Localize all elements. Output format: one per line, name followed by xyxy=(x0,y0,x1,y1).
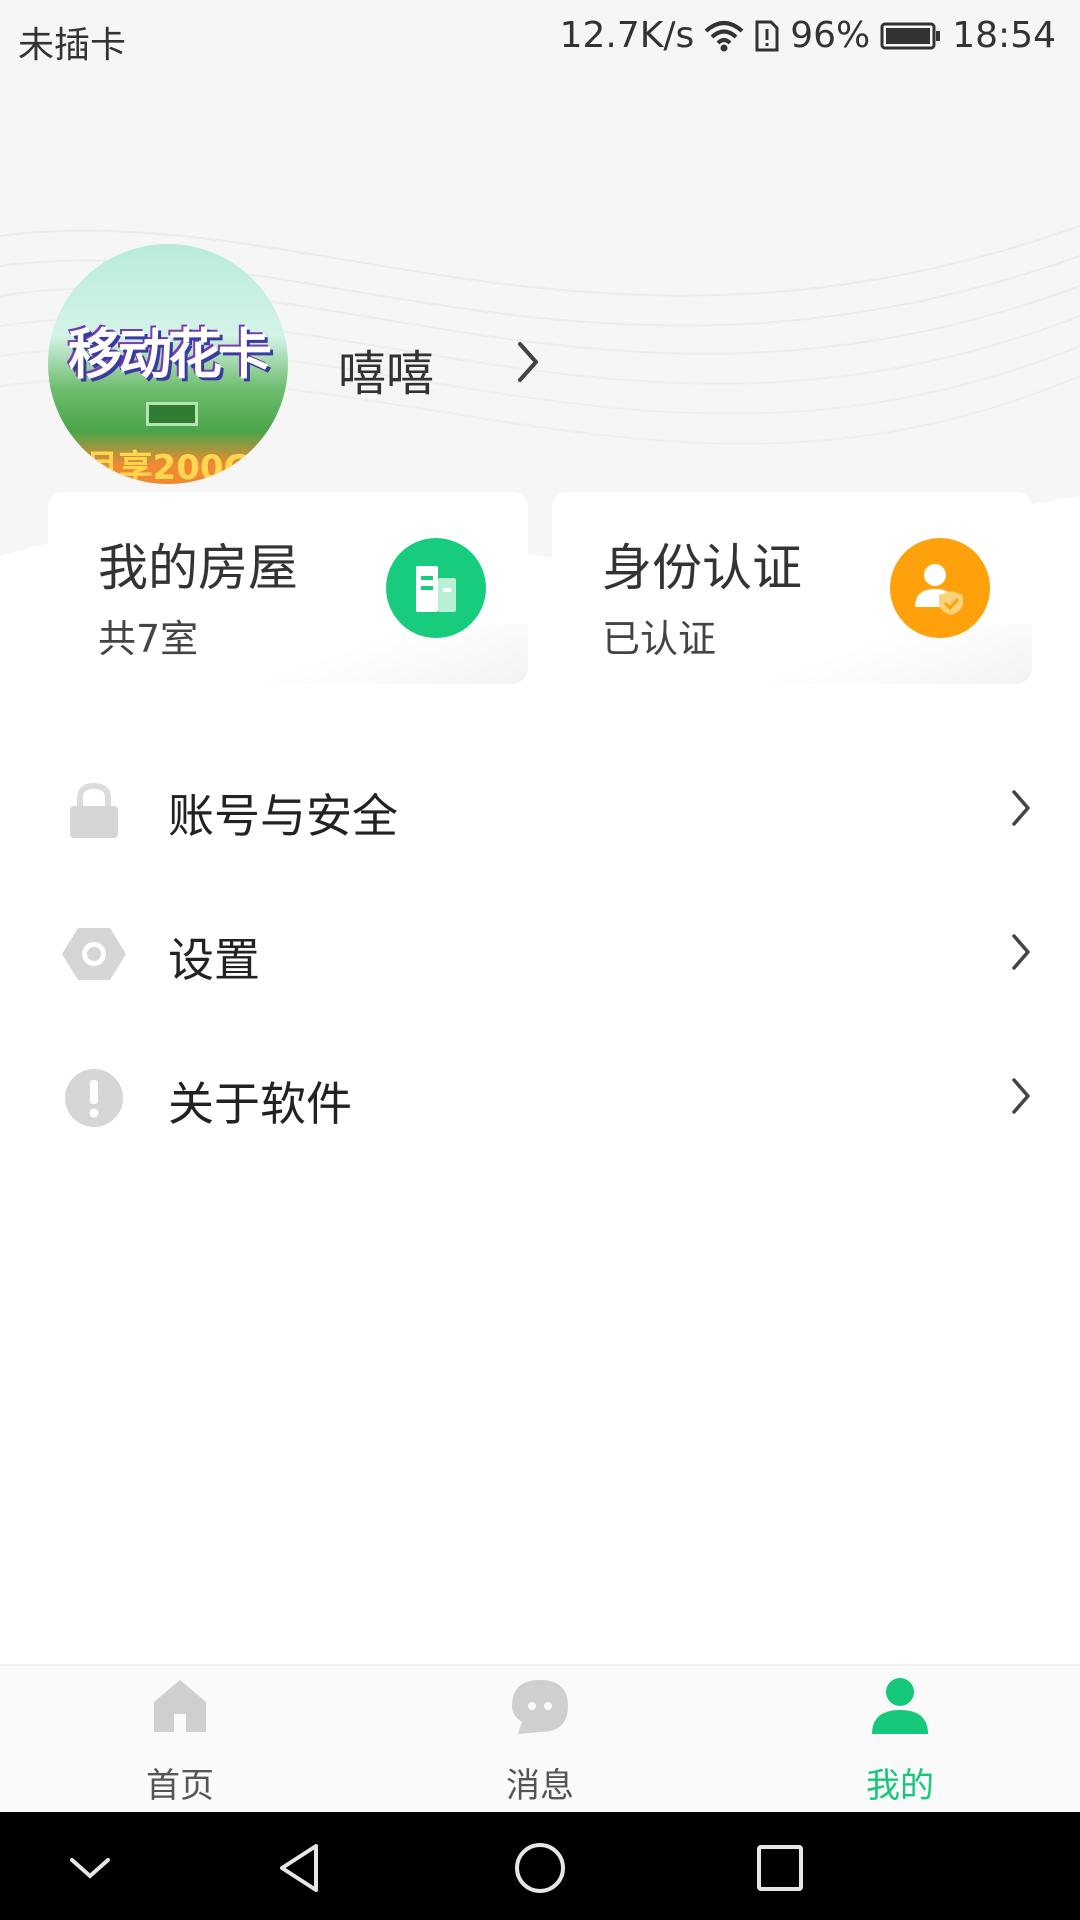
building-icon xyxy=(386,538,486,638)
bottom-tab-bar: 首页 消息 我的 xyxy=(0,1664,1080,1814)
tab-messages[interactable]: 消息 xyxy=(360,1666,720,1814)
lock-icon xyxy=(62,778,126,842)
sim-alert-icon xyxy=(754,19,780,53)
card-subtitle: 已认证 xyxy=(602,617,717,661)
card-decoration xyxy=(732,624,1032,684)
clock: 18:54 xyxy=(952,15,1056,56)
chevron-right-icon xyxy=(1010,1076,1032,1120)
home-circle-icon[interactable] xyxy=(510,1838,570,1898)
tab-home[interactable]: 首页 xyxy=(0,1666,360,1814)
avatar-badge xyxy=(146,402,198,426)
chevron-right-icon xyxy=(1010,788,1032,832)
card-decoration xyxy=(228,624,528,684)
username[interactable]: 嘻嘻 xyxy=(338,334,434,404)
menu-item-settings[interactable]: 设置 xyxy=(0,878,1080,1022)
tab-label: 我的 xyxy=(866,1766,934,1806)
avatar-image-subtext: 月享200G xyxy=(84,448,252,484)
menu-item-account-security[interactable]: 账号与安全 xyxy=(0,734,1080,878)
tab-label: 消息 xyxy=(506,1766,574,1806)
carrier-text: 未插卡 xyxy=(18,25,127,66)
battery-icon xyxy=(880,21,942,51)
menu-label: 关于软件 xyxy=(168,1077,352,1131)
battery-percent: 96% xyxy=(790,15,871,56)
home-icon xyxy=(150,1676,210,1736)
tab-profile[interactable]: 我的 xyxy=(720,1666,1080,1814)
my-house-card[interactable]: 我的房屋 共7室 xyxy=(48,492,528,684)
wifi-icon xyxy=(704,19,744,53)
gear-icon xyxy=(62,922,126,986)
avatar[interactable]: 移动花卡 月享200G xyxy=(48,244,288,484)
avatar-image-text: 移动花卡 xyxy=(68,323,272,386)
identity-verification-card[interactable]: 身份认证 已认证 xyxy=(552,492,1032,684)
network-speed: 12.7K/s xyxy=(559,15,695,56)
menu-label: 设置 xyxy=(168,933,260,987)
card-title: 我的房屋 xyxy=(98,539,298,597)
chat-icon xyxy=(510,1676,570,1736)
status-bar: 未插卡 12.7K/s 96% 18:54 xyxy=(0,0,1080,76)
card-subtitle: 共7室 xyxy=(98,617,199,661)
menu-item-about[interactable]: 关于软件 xyxy=(0,1022,1080,1166)
recents-square-icon[interactable] xyxy=(750,1838,810,1898)
back-triangle-icon[interactable] xyxy=(270,1838,330,1898)
verified-user-icon xyxy=(890,538,990,638)
card-title: 身份认证 xyxy=(602,539,802,597)
system-navigation-bar xyxy=(0,1812,1080,1920)
chevron-right-icon[interactable] xyxy=(516,340,540,388)
chevron-right-icon xyxy=(1010,932,1032,976)
collapse-chevron-down-icon[interactable] xyxy=(60,1838,120,1898)
info-icon xyxy=(62,1066,126,1130)
tab-label: 首页 xyxy=(146,1766,214,1806)
person-icon xyxy=(870,1676,930,1736)
menu-label: 账号与安全 xyxy=(168,789,398,843)
